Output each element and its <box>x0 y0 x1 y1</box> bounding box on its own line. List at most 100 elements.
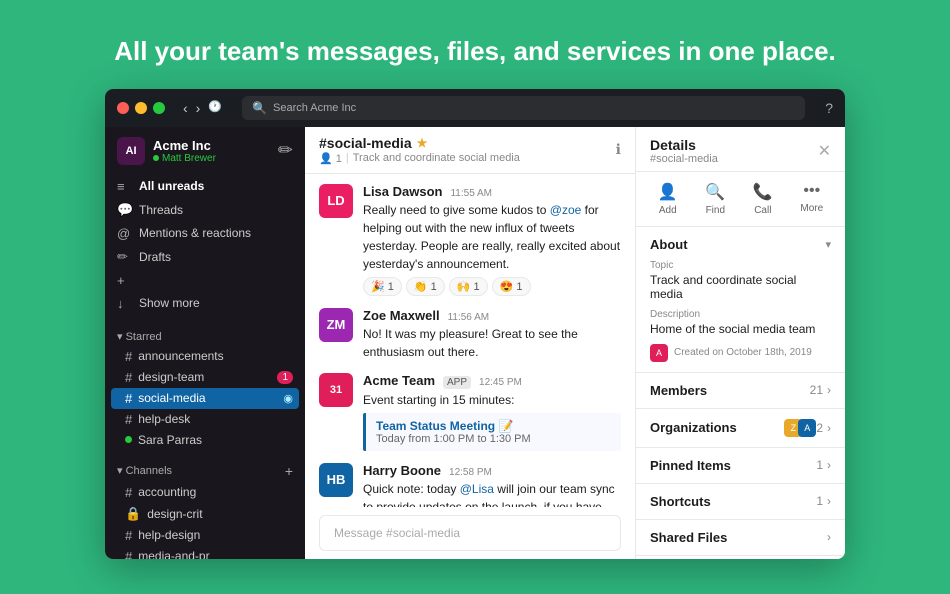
msg-header-4: Harry Boone 12:58 PM <box>363 463 621 478</box>
workspace-info: Acme Inc Matt Brewer <box>153 138 270 164</box>
messages-area: LD Lisa Dawson 11:55 AM Really need to g… <box>305 174 635 507</box>
org-avatar-2: A <box>798 419 816 437</box>
shared-files-row-left: Shared Files <box>650 530 727 545</box>
shortcuts-chevron: › <box>827 494 831 508</box>
search-bar[interactable]: 🔍 Search Acme Inc <box>242 96 805 120</box>
channel-title: #social-media ★ <box>319 135 608 151</box>
about-title: About <box>650 237 688 252</box>
event-title: Team Status Meeting 📝 <box>376 419 611 433</box>
back-button[interactable]: ‹ <box>183 100 188 116</box>
call-action[interactable]: 📞 Call <box>753 182 773 216</box>
organizations-row[interactable]: Organizations Z A 2 › <box>636 409 845 448</box>
shortcuts-row-left: Shortcuts <box>650 494 711 509</box>
search-placeholder: Search Acme Inc <box>273 102 356 114</box>
msg-body-3: Acme Team APP 12:45 PM Event starting in… <box>363 373 621 451</box>
sidebar-item-threads[interactable]: 💬 Threads <box>105 198 305 222</box>
sidebar-channel-help-desk[interactable]: # help-desk <box>105 409 305 430</box>
channel-meta: 👤 1 | Track and coordinate social media <box>319 152 608 165</box>
hash-icon: # <box>125 349 132 364</box>
sidebar-item-add[interactable]: + <box>105 269 305 292</box>
hash-icon: # <box>125 485 132 500</box>
sidebar-channel-social-media[interactable]: # social-media ◉ <box>111 388 299 409</box>
sidebar-channel-media-and-pr[interactable]: # media-and-pr <box>105 546 305 559</box>
msg-body-2: Zoe Maxwell 11:56 AM No! It was my pleas… <box>363 308 621 361</box>
all-unreads-label: All unreads <box>139 179 204 193</box>
message-input[interactable]: Message #social-media <box>319 515 621 551</box>
channel-info-button[interactable]: ℹ <box>616 141 621 158</box>
msg-time: 12:45 PM <box>479 377 522 388</box>
message-1: LD Lisa Dawson 11:55 AM Really need to g… <box>319 184 621 296</box>
description-field: Description Home of the social media tea… <box>650 309 831 336</box>
organizations-label: Organizations <box>650 420 737 435</box>
msg-text-4: Quick note: today @Lisa will join our te… <box>363 480 621 507</box>
reactions-1: 🎉 1 👏 1 🙌 1 😍 1 <box>363 277 621 296</box>
details-title: Details <box>650 137 718 153</box>
lock-icon: 🔒 <box>125 506 141 522</box>
reaction-raised[interactable]: 🙌 1 <box>449 277 488 296</box>
hash-icon: # <box>125 370 132 385</box>
more-action[interactable]: ••• More <box>800 182 823 216</box>
sidebar-channel-announcements[interactable]: # announcements <box>105 346 305 367</box>
channel-name: design-crit <box>147 507 202 521</box>
workspace-name[interactable]: Acme Inc <box>153 138 270 153</box>
channels-section-header[interactable]: ▾ Channels + <box>105 460 305 482</box>
hash-icon: # <box>125 549 132 559</box>
about-section-header[interactable]: About ▾ <box>636 227 845 260</box>
msg-text-1: Really need to give some kudos to @zoe f… <box>363 201 621 273</box>
drafts-label: Drafts <box>139 250 171 264</box>
star-icon[interactable]: ★ <box>417 136 428 150</box>
channel-header: #social-media ★ 👤 1 | Track and coordina… <box>305 127 635 174</box>
msg-time: 11:55 AM <box>450 188 492 199</box>
msg-time: 11:56 AM <box>448 312 490 323</box>
organizations-row-right: Z A 2 › <box>784 419 831 437</box>
fullscreen-window-button[interactable] <box>153 102 165 114</box>
channel-name: design-team <box>138 370 204 384</box>
show-more-label: Show more <box>139 296 200 310</box>
topic-label: Topic <box>650 260 831 271</box>
shortcuts-label: Shortcuts <box>650 494 711 509</box>
msg-time: 12:58 PM <box>449 467 492 478</box>
shortcuts-row[interactable]: Shortcuts 1 › <box>636 484 845 520</box>
traffic-lights <box>117 102 165 114</box>
starred-section-header[interactable]: ▾ Starred <box>105 327 305 346</box>
sidebar-channel-design-crit[interactable]: 🔒 design-crit <box>105 503 305 525</box>
sidebar-dm-sara[interactable]: Sara Parras <box>105 430 305 450</box>
channel-name: social-media <box>138 391 205 405</box>
sidebar-channel-accounting[interactable]: # accounting <box>105 482 305 503</box>
channel-name: media-and-pr <box>138 549 209 559</box>
threads-icon: 💬 <box>117 202 131 218</box>
forward-button[interactable]: › <box>196 100 201 116</box>
reaction-clap[interactable]: 👏 1 <box>406 277 445 296</box>
add-channel-button[interactable]: + <box>285 463 293 479</box>
compose-button[interactable]: ✏ <box>278 140 293 161</box>
mentions-icon: @ <box>117 226 131 241</box>
sidebar-channel-help-design[interactable]: # help-design <box>105 525 305 546</box>
main-content: AI Acme Inc Matt Brewer ✏ ≡ All unreads … <box>105 127 845 559</box>
pinned-items-row[interactable]: Pinned Items 1 › <box>636 448 845 484</box>
close-details-button[interactable]: ✕ <box>818 141 831 161</box>
unread-badge: 1 <box>277 371 293 384</box>
sidebar-item-all-unreads[interactable]: ≡ All unreads <box>105 175 305 198</box>
sidebar-item-mentions[interactable]: @ Mentions & reactions <box>105 222 305 245</box>
avatar-lisa: LD <box>319 184 353 218</box>
close-window-button[interactable] <box>117 102 129 114</box>
add-action[interactable]: 👤 Add <box>658 182 678 216</box>
reaction-love[interactable]: 😍 1 <box>492 277 531 296</box>
history-button[interactable]: 🕐 <box>208 100 222 116</box>
starred-section: ▾ Starred # announcements # design-team … <box>105 319 305 452</box>
members-row-left: Members <box>650 383 707 398</box>
sidebar-item-drafts[interactable]: ✏ Drafts <box>105 245 305 269</box>
channel-area: #social-media ★ 👤 1 | Track and coordina… <box>305 127 635 559</box>
reaction-party[interactable]: 🎉 1 <box>363 277 402 296</box>
sender-name: Acme Team <box>363 373 435 388</box>
minimize-window-button[interactable] <box>135 102 147 114</box>
message-input-area: Message #social-media <box>305 507 635 559</box>
sidebar-nav: ≡ All unreads 💬 Threads @ Mentions & rea… <box>105 171 305 319</box>
sidebar-item-show-more[interactable]: ↓ Show more <box>105 292 305 315</box>
find-action[interactable]: 🔍 Find <box>705 182 725 216</box>
msg-header-2: Zoe Maxwell 11:56 AM <box>363 308 621 323</box>
sidebar-channel-design-team[interactable]: # design-team 1 <box>105 367 305 388</box>
help-button[interactable]: ? <box>825 100 833 116</box>
shared-files-row[interactable]: Shared Files › <box>636 520 845 556</box>
members-row[interactable]: Members 21 › <box>636 373 845 409</box>
